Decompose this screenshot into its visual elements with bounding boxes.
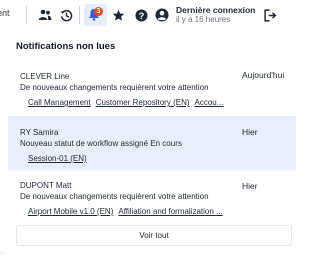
star-icon[interactable] (109, 6, 127, 24)
last-connection-label: Dernière connexion (176, 5, 256, 15)
notification-links: Session-01 (EN) (28, 154, 228, 163)
notification-message: De nouveaux changements requièrent votre… (20, 83, 209, 92)
help-icon[interactable]: ? (132, 6, 150, 24)
notification-message: Nouveau statut de workflow assigné En co… (20, 139, 182, 148)
notification-date: Hier (242, 127, 258, 137)
corner-mark: ◌ (0, 251, 4, 256)
history-icon[interactable] (57, 6, 75, 24)
svg-text:?: ? (138, 10, 144, 20)
notification-item[interactable]: CLEVER Line Aujourd'hui De nouveaux chan… (8, 60, 296, 116)
notification-count-badge: 3 (94, 7, 103, 16)
cut-off-label: ent (0, 8, 10, 18)
notification-link[interactable]: Session-01 (EN) (28, 154, 87, 163)
view-all-button[interactable]: Voir tout (16, 225, 292, 246)
notification-link[interactable]: Airport Mobile v1.0 (EN) (28, 207, 113, 216)
divider (79, 6, 80, 24)
last-connection: Dernière connexion il y a 16 heures (176, 5, 255, 25)
notification-sender: RY Samira (20, 128, 59, 137)
notifications-panel: Notifications non lues CLEVER Line Aujou… (4, 30, 296, 256)
last-connection-value: il y a 16 heures (176, 15, 231, 24)
notification-link[interactable]: Customer Repository (EN) (96, 98, 190, 107)
top-bar: ent 3 ? (0, 0, 300, 30)
notification-sender: CLEVER Line (20, 72, 70, 81)
notification-links: Airport Mobile v1.0 (EN) Affiliation and … (28, 207, 228, 216)
divider (26, 6, 27, 24)
users-icon[interactable] (36, 6, 54, 24)
notification-sender: DUPONT Matt (20, 181, 72, 190)
logout-icon[interactable] (261, 6, 279, 24)
notification-link[interactable]: Affiliation and formalization ... (118, 207, 222, 216)
notification-links: Call Management Customer Repository (EN) A… (28, 98, 228, 107)
panel-title: Notifications non lues (16, 41, 116, 52)
notification-link[interactable]: Accou... (195, 98, 224, 107)
notification-link[interactable]: Call Management (28, 98, 91, 107)
notification-item[interactable]: DUPONT Matt Hier De nouveaux changements… (8, 171, 296, 219)
notification-date: Aujourd'hui (242, 70, 285, 80)
notification-item[interactable]: RY Samira Hier Nouveau statut de workflo… (8, 116, 296, 170)
notification-message: De nouveaux changements requièrent votre… (20, 192, 209, 201)
notification-date: Hier (242, 181, 258, 191)
account-icon[interactable] (153, 6, 171, 24)
